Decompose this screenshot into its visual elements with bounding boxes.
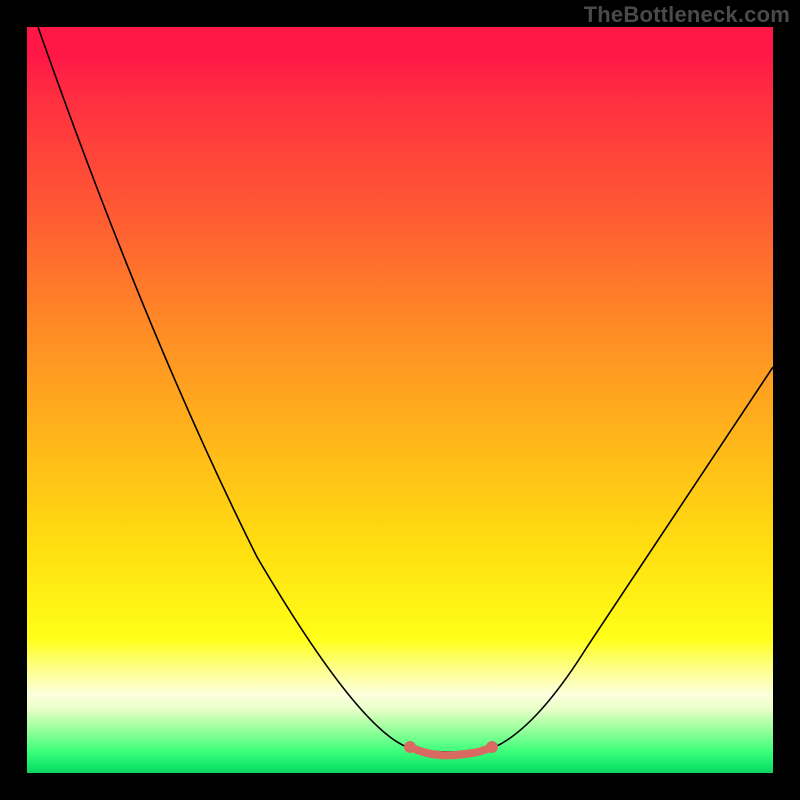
watermark-text: TheBottleneck.com (584, 2, 790, 28)
plot-area (27, 27, 773, 773)
marker-end-dot (486, 741, 498, 753)
valley-marker (27, 27, 773, 773)
chart-stage: TheBottleneck.com (0, 0, 800, 800)
marker-segment-1 (410, 747, 439, 755)
